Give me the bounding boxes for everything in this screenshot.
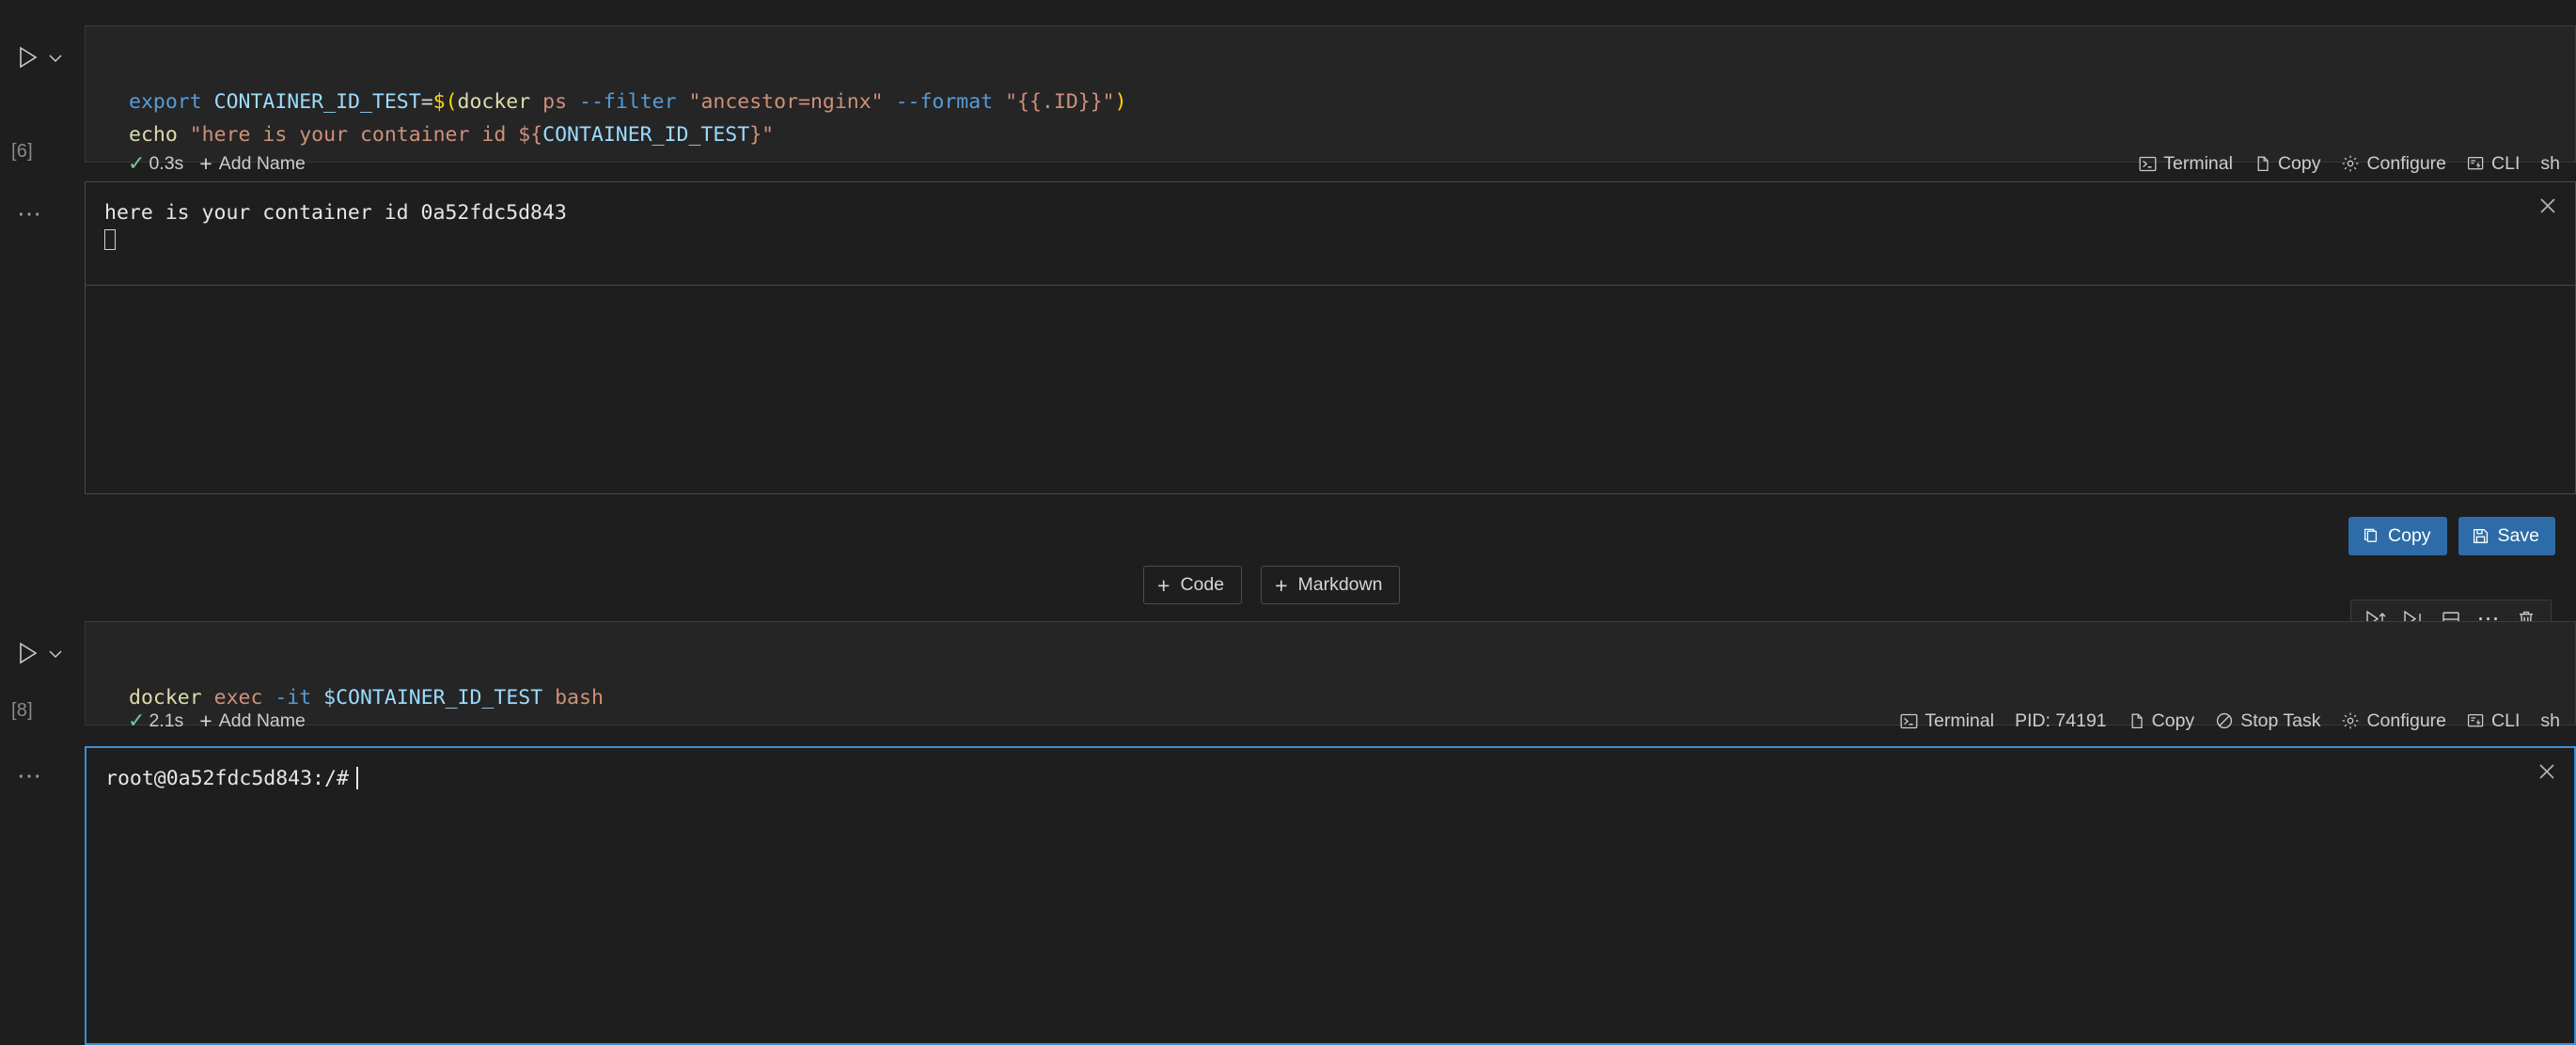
configure-button-2[interactable]: Configure (2331, 709, 2457, 734)
execution-count-2: [8] (11, 700, 33, 721)
output-save-button[interactable]: Save (2458, 517, 2555, 555)
add-code-cell-button[interactable]: + Code (1143, 566, 1243, 604)
code-line: export CONTAINER_ID_TEST=$(docker ps --f… (129, 90, 1127, 114)
add-cell-bar: + Code + Markdown (1143, 566, 1401, 604)
copy-label: Copy (2277, 152, 2321, 174)
cli-icon (2468, 156, 2484, 170)
configure-label: Configure (2366, 152, 2447, 174)
stop-icon (2217, 712, 2233, 729)
output-more-actions-2[interactable]: ⋯ (17, 763, 43, 788)
terminal-button-1[interactable]: Terminal (2128, 151, 2243, 177)
output-actions-1: Copy Save (2348, 517, 2555, 555)
stop-task-button[interactable]: Stop Task (2205, 709, 2331, 734)
close-output-button-2[interactable] (2533, 757, 2561, 786)
kernel-language-2[interactable]: sh (2530, 709, 2570, 734)
gear-icon (2343, 155, 2359, 172)
output-copy-label: Copy (2388, 525, 2431, 546)
close-output-button-1[interactable] (2534, 192, 2562, 220)
add-name-label: Add Name (218, 152, 306, 174)
output-copy-button[interactable]: Copy (2348, 517, 2447, 555)
add-name-button-1[interactable]: + Add Name (189, 151, 316, 177)
plus-icon: + (1275, 572, 1288, 598)
chevron-down-icon-2[interactable] (47, 646, 64, 663)
copy-label: Copy (2151, 710, 2195, 731)
save-icon (2473, 528, 2488, 544)
cell-output-1-body (85, 286, 2576, 494)
cell-status-bar-1: ✓ 0.3s + Add Name Terminal Copy Configur… (85, 143, 2576, 184)
cell-output-2[interactable]: root@0a52fdc5d843:/# (85, 746, 2576, 1045)
cli-label: CLI (2491, 710, 2521, 731)
plus-icon: + (199, 151, 212, 176)
kernel-label: sh (2540, 710, 2560, 731)
terminal-icon (2139, 156, 2157, 171)
execution-duration-2: 2.1s (149, 710, 184, 731)
configure-label: Configure (2366, 710, 2447, 731)
kernel-label: sh (2540, 152, 2560, 174)
chevron-down-icon[interactable] (47, 50, 64, 67)
terminal-bar-cursor (355, 767, 358, 789)
run-cell-button-2[interactable] (17, 641, 39, 665)
add-markdown-label: Markdown (1297, 574, 1383, 595)
plus-icon: + (1157, 572, 1170, 598)
execution-count-1: [6] (11, 141, 33, 162)
cell-output-1: here is your container id 0a52fdc5d843 (85, 181, 2576, 286)
output-more-actions-1[interactable]: ⋯ (17, 201, 43, 226)
add-code-label: Code (1180, 574, 1225, 595)
execution-duration-1: 0.3s (149, 152, 184, 174)
copy-icon (2131, 713, 2143, 728)
cell-status-bar-2: ✓ 2.1s + Add Name Terminal PID: 74191 Co… (85, 700, 2576, 741)
success-check-icon: ✓ (128, 151, 146, 175)
gear-icon (2343, 712, 2359, 729)
stop-task-label: Stop Task (2240, 710, 2321, 731)
run-cell-button[interactable] (17, 45, 39, 70)
copy-icon (2364, 528, 2378, 542)
output-line: root@0a52fdc5d843:/# (105, 767, 349, 790)
copy-icon (2257, 156, 2269, 171)
cli-button-2[interactable]: CLI (2457, 709, 2530, 734)
cli-label: CLI (2491, 152, 2521, 174)
configure-button-1[interactable]: Configure (2331, 151, 2457, 177)
terminal-icon (1900, 713, 1918, 728)
success-check-icon-2: ✓ (128, 709, 146, 732)
output-text-1: here is your container id 0a52fdc5d843 (86, 182, 2575, 254)
notebook-canvas: [6] export CONTAINER_ID_TEST=$(docker ps… (0, 0, 2576, 1045)
add-markdown-cell-button[interactable]: + Markdown (1261, 566, 1401, 604)
kernel-language-1[interactable]: sh (2530, 151, 2570, 177)
add-name-button-2[interactable]: + Add Name (189, 709, 316, 734)
copy-button-2[interactable]: Copy (2117, 709, 2206, 734)
terminal-button-2[interactable]: Terminal (1890, 709, 2004, 734)
copy-button-1[interactable]: Copy (2243, 151, 2332, 177)
pid-label: PID: 74191 (2015, 710, 2107, 731)
cli-icon (2468, 713, 2484, 727)
terminal-label: Terminal (1924, 710, 1995, 731)
cli-button-1[interactable]: CLI (2457, 151, 2530, 177)
plus-icon: + (199, 709, 212, 733)
output-save-label: Save (2497, 525, 2539, 546)
add-name-label: Add Name (218, 710, 306, 731)
output-line: here is your container id 0a52fdc5d843 (104, 201, 567, 225)
output-text-2: root@0a52fdc5d843:/# (86, 748, 2574, 792)
terminal-label: Terminal (2163, 152, 2233, 174)
terminal-block-cursor (104, 229, 116, 250)
